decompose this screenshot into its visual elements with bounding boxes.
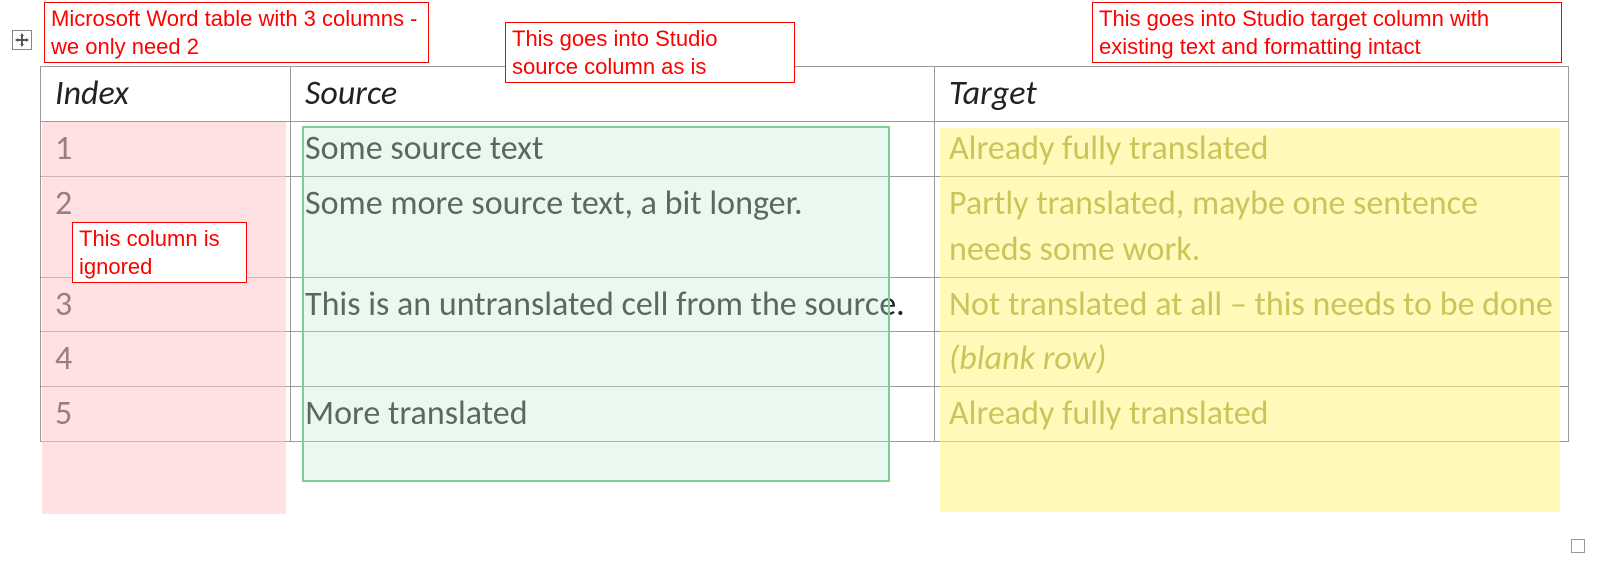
cell-index: 1	[41, 121, 291, 176]
annotation-source-note: This goes into Studio source column as i…	[505, 22, 795, 83]
table-row: 1Some source textAlready fully translate…	[41, 121, 1569, 176]
annotation-table-overview: Microsoft Word table with 3 columns - we…	[44, 2, 429, 63]
cell-target: Not translated at all – this needs to be…	[935, 277, 1569, 332]
annotation-index-ignored: This column is ignored	[72, 222, 247, 283]
cell-target: Already fully translated	[935, 387, 1569, 442]
table-move-handle[interactable]	[12, 30, 32, 50]
cell-source: More translated	[291, 387, 935, 442]
table-resize-handle[interactable]	[1571, 539, 1585, 553]
cell-source	[291, 332, 935, 387]
cell-source: Some source text	[291, 121, 935, 176]
cell-target: Partly translated, maybe one sentence ne…	[935, 176, 1569, 277]
cell-index: 5	[41, 387, 291, 442]
table-header-row: Index Source Target	[41, 67, 1569, 122]
cell-index: 3	[41, 277, 291, 332]
header-index: Index	[41, 67, 291, 122]
cell-target: Already fully translated	[935, 121, 1569, 176]
cell-target: (blank row)	[935, 332, 1569, 387]
table-row: 2Some more source text, a bit longer.Par…	[41, 176, 1569, 277]
annotation-target-note: This goes into Studio target column with…	[1092, 2, 1562, 63]
cell-source: This is an untranslated cell from the so…	[291, 277, 935, 332]
table-row: 4 (blank row)	[41, 332, 1569, 387]
table-body: 1Some source textAlready fully translate…	[41, 121, 1569, 441]
cell-source: Some more source text, a bit longer.	[291, 176, 935, 277]
table-row: 5More translatedAlready fully translated	[41, 387, 1569, 442]
table-row: 3This is an untranslated cell from the s…	[41, 277, 1569, 332]
header-target: Target	[935, 67, 1569, 122]
cell-index: 4	[41, 332, 291, 387]
word-table: Index Source Target 1Some source textAlr…	[40, 66, 1569, 442]
